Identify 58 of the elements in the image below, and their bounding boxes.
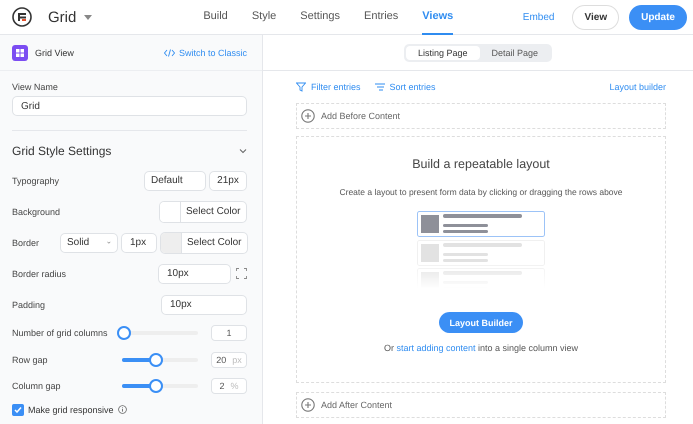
filter-link[interactable]: Filter entries (296, 82, 361, 92)
slider-thumb[interactable] (148, 352, 163, 367)
field-label: View Name (12, 82, 59, 92)
setting-label: Padding (12, 300, 46, 310)
form-title: Grid (48, 8, 76, 26)
border-style-select[interactable]: Solid (60, 232, 118, 252)
plus-circle-icon (301, 109, 315, 123)
setting-label: Row gap (12, 354, 49, 365)
setting-label: Background (12, 206, 62, 216)
padding-field[interactable]: 10px (161, 294, 247, 314)
size-field[interactable]: 21px (209, 170, 247, 190)
add-after-zone[interactable]: Add After Content (296, 392, 666, 418)
empty-hint: Or start adding content into a single column view (384, 343, 578, 353)
zone-label: Add Before Content (321, 111, 400, 121)
plus-circle-icon (301, 398, 315, 412)
grid-icon (12, 44, 28, 60)
layout-builder-link[interactable]: Layout builder (609, 82, 666, 92)
caret-icon[interactable] (84, 14, 92, 20)
filter-icon (296, 82, 306, 92)
panel-title: Grid View (35, 48, 74, 58)
setting-label: Border (12, 238, 40, 248)
chevron-down-icon[interactable] (239, 146, 247, 154)
page-tab[interactable]: Detail Page (480, 46, 550, 60)
page-tab[interactable]: Listing Page (406, 46, 480, 60)
zone-label: Add After Content (321, 400, 392, 410)
color-picker[interactable]: Select Color (159, 200, 247, 222)
section-title: Grid Style Settings (12, 144, 112, 158)
border-width-field[interactable]: 1px (121, 232, 157, 252)
nav-tab[interactable]: Build (203, 0, 228, 34)
add-before-zone[interactable]: Add Before Content (296, 103, 666, 129)
font-select[interactable]: Default (144, 170, 206, 190)
sort-link[interactable]: Sort entries (374, 82, 436, 92)
value-field[interactable]: 1 (211, 325, 247, 342)
sort-icon (374, 83, 385, 91)
nav-tab[interactable]: Style (252, 0, 276, 34)
empty-title: Build a repeatable layout (412, 157, 550, 171)
radius-field[interactable]: 10px (158, 264, 231, 284)
color-picker[interactable]: Select Color (160, 232, 248, 254)
start-adding-link[interactable]: start adding content (396, 343, 476, 353)
value-field[interactable]: 20 px (211, 352, 247, 368)
setting-label: Typography (12, 176, 60, 186)
setting-label: Column gap (12, 381, 62, 392)
slider-thumb[interactable] (117, 326, 131, 340)
slider-thumb[interactable] (148, 379, 163, 394)
view-name-field[interactable]: Grid (12, 96, 247, 116)
checkbox[interactable] (12, 404, 24, 416)
info-icon (118, 405, 127, 414)
setting-label: Number of grid columns (12, 328, 109, 338)
view-button[interactable]: View (572, 4, 620, 30)
setting-label: Border radius (12, 268, 68, 278)
code-icon (164, 48, 175, 56)
checkbox-label: Make grid responsive (28, 404, 114, 414)
nav-tab[interactable]: Entries (364, 0, 398, 34)
corners-icon[interactable] (236, 268, 247, 279)
value-field[interactable]: 2 % (211, 378, 247, 394)
nav-tab[interactable]: Settings (300, 0, 340, 34)
empty-description: Create a layout to present form data by clicking or dragging the rows above (339, 187, 622, 197)
logo-icon (12, 7, 32, 27)
